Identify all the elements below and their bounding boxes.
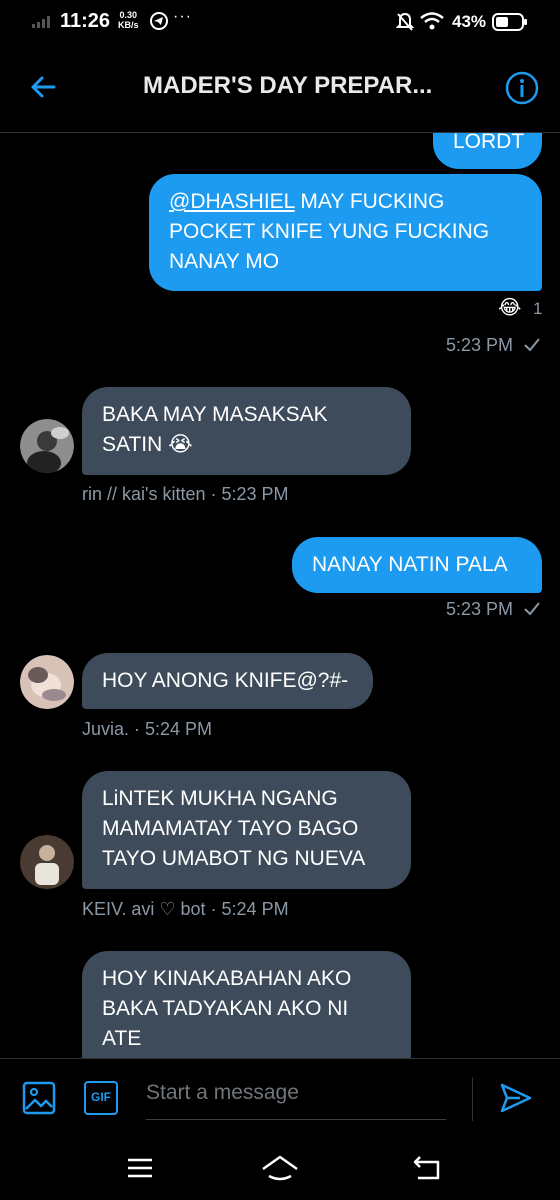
- more-notifications-icon: ···: [173, 8, 192, 25]
- avatar[interactable]: [20, 655, 74, 709]
- message-composer: GIF Start a message: [0, 1058, 560, 1139]
- telegram-icon: [150, 12, 168, 30]
- received-message-bubble[interactable]: LiNTEK MUKHA NGANG MAMAMATAY TAYO BAGO T…: [82, 771, 411, 889]
- message-text: HOY ANONG KNIFE@?#-: [102, 669, 349, 692]
- sent-message-bubble[interactable]: LORDT: [433, 133, 542, 169]
- user-mention-link[interactable]: @DHASHIEL: [169, 190, 295, 213]
- home-icon[interactable]: [260, 1154, 300, 1182]
- message-timestamp: 5:23 PM: [446, 599, 540, 620]
- battery-percent: 43%: [452, 12, 487, 31]
- network-speed: 0.30 KB/s: [118, 10, 139, 30]
- message-sender-meta: Juvia. · 5:24 PM: [82, 719, 213, 739]
- avatar[interactable]: [20, 835, 74, 889]
- input-underline: [146, 1119, 446, 1120]
- status-bar: 11:26 0.30 KB/s ··· 43%: [0, 0, 560, 44]
- system-navigation-bar: [0, 1138, 560, 1200]
- battery-icon: [492, 13, 527, 31]
- wifi-icon: [420, 12, 444, 30]
- reaction[interactable]: 😂 1: [498, 295, 542, 320]
- composer-divider: [472, 1077, 473, 1121]
- message-text: LiNTEK MUKHA NGANG MAMAMATAY TAYO BAGO T…: [102, 787, 366, 870]
- message-input[interactable]: Start a message: [146, 1081, 299, 1105]
- image-icon[interactable]: [22, 1081, 56, 1115]
- gif-button[interactable]: GIF: [84, 1081, 118, 1115]
- check-icon: [524, 338, 540, 352]
- clock: 11:26: [60, 10, 111, 32]
- received-message-bubble[interactable]: BAKA MAY MASAKSAK SATIN 😭: [82, 387, 411, 475]
- back-nav-icon[interactable]: [412, 1154, 442, 1182]
- message-sender-meta: rin // kai's kitten · 5:23 PM: [82, 484, 289, 504]
- message-timestamp: 5:23 PM: [446, 335, 540, 356]
- conversation-title[interactable]: MADER'S DAY PREPAR...: [143, 72, 453, 100]
- menu-icon[interactable]: [126, 1156, 154, 1180]
- sent-message-bubble[interactable]: @DHASHIEL MAY FUCKING POCKET KNIFE YUNG …: [149, 174, 542, 291]
- conversation-header: MADER'S DAY PREPAR...: [0, 44, 560, 133]
- muted-bell-icon: [396, 12, 414, 31]
- signal-icon: [32, 16, 50, 28]
- received-message-bubble[interactable]: HOY ANONG KNIFE@?#-: [82, 653, 373, 709]
- sent-message-bubble[interactable]: NANAY NATIN PALA: [292, 537, 542, 593]
- message-text: BAKA MAY MASAKSAK SATIN 😭: [102, 403, 328, 456]
- message-list: LORDT @DHASHIEL MAY FUCKING POCKET KNIFE…: [0, 133, 560, 1058]
- avatar[interactable]: [20, 419, 74, 473]
- arrow-left-icon[interactable]: [28, 72, 58, 102]
- check-icon: [524, 602, 540, 616]
- reaction-emoji: 😂: [498, 297, 522, 319]
- reaction-count: 1: [532, 299, 543, 318]
- message-text: LORDT: [453, 133, 525, 153]
- message-sender-meta: KEIV. avi ♡ bot · 5:24 PM: [82, 899, 289, 919]
- received-message-bubble[interactable]: HOY KINAKABAHAN AKO BAKA TADYAKAN AKO NI…: [82, 951, 411, 1058]
- message-text: HOY KINAKABAHAN AKO BAKA TADYAKAN AKO NI…: [102, 967, 352, 1050]
- send-icon[interactable]: [500, 1083, 532, 1113]
- info-icon[interactable]: [504, 70, 540, 106]
- message-text: NANAY NATIN PALA: [312, 553, 508, 576]
